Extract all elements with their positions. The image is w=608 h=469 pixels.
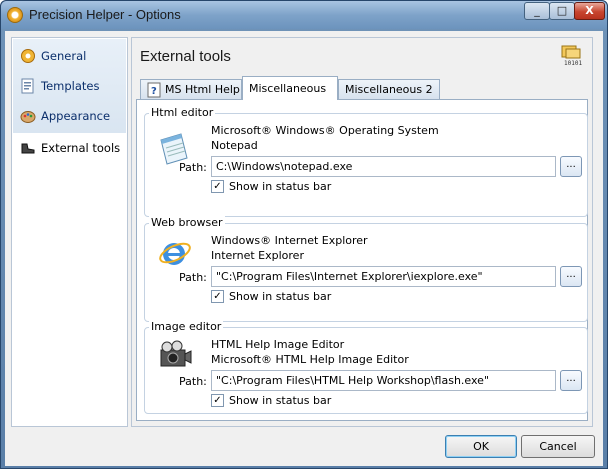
sidebar-item-label: Templates xyxy=(41,79,100,93)
sidebar-item-label: External tools xyxy=(41,141,121,155)
sidebar-item-label: Appearance xyxy=(41,109,111,123)
minimize-button[interactable]: _ xyxy=(524,2,550,20)
tab-miscellaneous[interactable]: Miscellaneous xyxy=(242,76,338,100)
maximize-button[interactable]: □ xyxy=(549,2,575,20)
path-label: Path: xyxy=(179,161,207,174)
image-editor-group: Image editor HTML Help Image Editor Micr… xyxy=(144,320,588,414)
tab-panel-miscellaneous: Html editor Microsoft® Windows® Operatin… xyxy=(136,99,588,421)
page-title: External tools xyxy=(140,48,231,65)
main-panel: External tools 10101 ? MS Html Help Misc… xyxy=(131,37,593,427)
dialog-client: General Templates Appearance External to… xyxy=(5,31,603,466)
group-label: Html editor xyxy=(149,106,216,119)
svg-text:10101: 10101 xyxy=(564,60,582,66)
sidebar-item-appearance[interactable]: Appearance xyxy=(13,102,126,130)
cancel-button[interactable]: Cancel xyxy=(521,435,595,458)
tab-miscellaneous-2[interactable]: Miscellaneous 2 xyxy=(338,79,440,99)
image-editor-browse-button[interactable]: ... xyxy=(560,370,582,391)
svg-text:?: ? xyxy=(151,86,157,97)
web-browser-show-checkbox[interactable]: ✓ xyxy=(211,290,224,303)
html-editor-show-checkbox[interactable]: ✓ xyxy=(211,180,224,193)
internet-explorer-icon xyxy=(155,234,195,274)
html-editor-path-input[interactable]: C:\Windows\notepad.exe xyxy=(211,156,556,177)
tool-product-name: Windows® Internet Explorer xyxy=(211,234,368,247)
sidebar-item-templates[interactable]: Templates xyxy=(13,72,126,100)
checkbox-label: Show in status bar xyxy=(229,394,332,407)
tab-strip: ? MS Html Help Miscellaneous Miscellaneo… xyxy=(136,76,576,100)
checkbox-label: Show in status bar xyxy=(229,180,332,193)
path-label: Path: xyxy=(179,271,207,284)
sidebar-item-general[interactable]: General xyxy=(13,42,126,70)
web-browser-group: Web browser Windows® Internet Explorer I… xyxy=(144,216,588,322)
checkbox-label: Show in status bar xyxy=(229,290,332,303)
camera-icon xyxy=(155,336,195,376)
group-label: Web browser xyxy=(149,216,225,229)
path-label: Path: xyxy=(179,375,207,388)
templates-icon xyxy=(20,78,36,94)
group-label: Image editor xyxy=(149,320,224,333)
tool-name: Internet Explorer xyxy=(211,249,304,262)
binary-folder-icon: 10101 xyxy=(560,44,584,67)
sidebar: General Templates Appearance External to… xyxy=(11,37,128,427)
sidebar-item-external-tools[interactable]: External tools xyxy=(13,134,126,162)
web-browser-browse-button[interactable]: ... xyxy=(560,266,582,287)
ok-button[interactable]: OK xyxy=(445,435,517,458)
shoe-icon xyxy=(20,140,36,156)
tool-product-name: Microsoft® Windows® Operating System xyxy=(211,124,439,137)
window-title: Precision Helper - Options xyxy=(29,7,181,22)
sidebar-item-label: General xyxy=(41,49,87,63)
tool-name: Microsoft® HTML Help Image Editor xyxy=(211,353,409,366)
image-editor-show-checkbox[interactable]: ✓ xyxy=(211,394,224,407)
options-window: Precision Helper - Options _ □ X General… xyxy=(0,0,608,469)
gear-icon xyxy=(20,48,36,64)
tab-ms-html-help[interactable]: ? MS Html Help xyxy=(140,79,242,99)
image-editor-path-input[interactable]: "C:\Program Files\HTML Help Workshop\fla… xyxy=(211,370,556,391)
tool-name: Notepad xyxy=(211,139,258,152)
html-editor-browse-button[interactable]: ... xyxy=(560,156,582,177)
web-browser-path-input[interactable]: "C:\Program Files\Internet Explorer\iexp… xyxy=(211,266,556,287)
title-bar[interactable]: Precision Helper - Options _ □ X xyxy=(1,1,607,29)
app-icon xyxy=(7,7,23,23)
html-editor-group: Html editor Microsoft® Windows® Operatin… xyxy=(144,106,588,217)
palette-icon xyxy=(20,108,36,124)
tool-product-name: HTML Help Image Editor xyxy=(211,338,345,351)
close-button[interactable]: X xyxy=(574,2,605,20)
